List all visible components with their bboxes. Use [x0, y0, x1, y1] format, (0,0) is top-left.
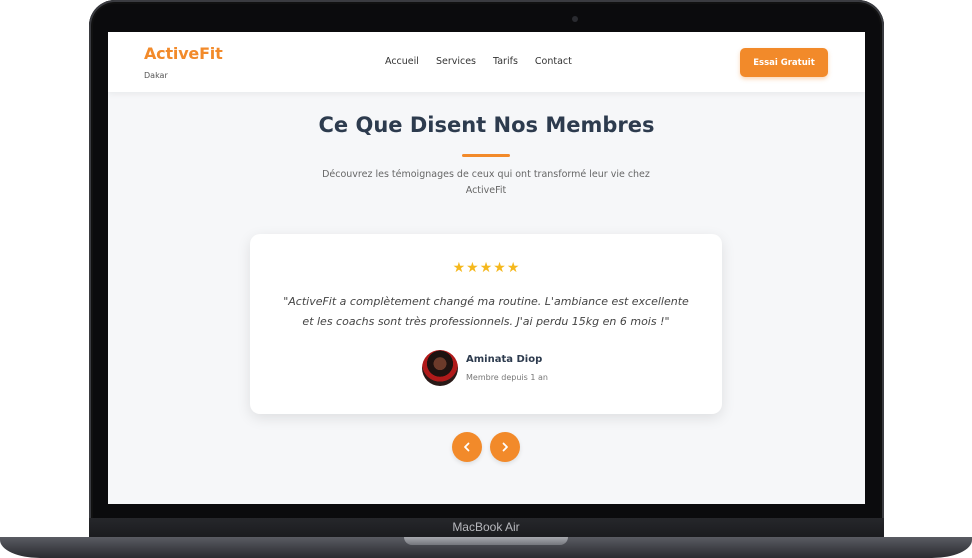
navbar: ActiveFit Dakar Accueil Services Tarifs …: [108, 32, 865, 92]
laptop-mockup: ActiveFit Dakar Accueil Services Tarifs …: [0, 0, 972, 558]
previous-button[interactable]: [452, 432, 482, 462]
nav-link-services[interactable]: Services: [436, 56, 476, 67]
laptop-base: MacBook Air: [0, 518, 972, 558]
brand-location: Dakar: [144, 71, 168, 80]
section-subtitle: Découvrez les témoignages de ceux qui on…: [322, 169, 650, 196]
camera-dot: [572, 16, 578, 22]
section-title: Ce Que Disent Nos Membres: [318, 113, 655, 137]
author-membership: Membre depuis 1 an: [466, 373, 548, 382]
avatar: [422, 350, 458, 386]
browser-viewport: ActiveFit Dakar Accueil Services Tarifs …: [108, 32, 865, 504]
laptop-notch: [404, 537, 568, 545]
title-underline: [462, 154, 510, 157]
author-name: Aminata Diop: [466, 354, 543, 365]
device-label: MacBook Air: [452, 520, 520, 534]
nav-link-tarifs[interactable]: Tarifs: [493, 56, 518, 67]
star-icon: ★: [479, 260, 493, 276]
star-icon: ★: [506, 260, 520, 276]
nav-links: Accueil Services Tarifs Contact: [385, 56, 572, 67]
star-icon: ★: [466, 260, 479, 276]
nav-link-contact[interactable]: Contact: [535, 56, 572, 67]
chevron-right-icon: [502, 442, 508, 452]
next-button[interactable]: [490, 432, 520, 462]
free-trial-button[interactable]: Essai Gratuit: [740, 48, 828, 77]
chevron-left-icon: [464, 442, 470, 452]
testimonial-author: Aminata Diop Membre depuis 1 an: [422, 350, 622, 386]
testimonial-card: ★ ★ ★ ★ ★ "ActiveFit a complètement chan…: [250, 234, 722, 414]
star-icon: ★: [493, 260, 506, 276]
star-icon: ★: [452, 260, 466, 276]
testimonial-quote: "ActiveFit a complètement changé ma rout…: [283, 295, 689, 328]
nav-link-accueil[interactable]: Accueil: [385, 56, 419, 67]
brand-logo[interactable]: ActiveFit: [144, 44, 223, 63]
rating-stars: ★ ★ ★ ★ ★: [250, 261, 722, 275]
